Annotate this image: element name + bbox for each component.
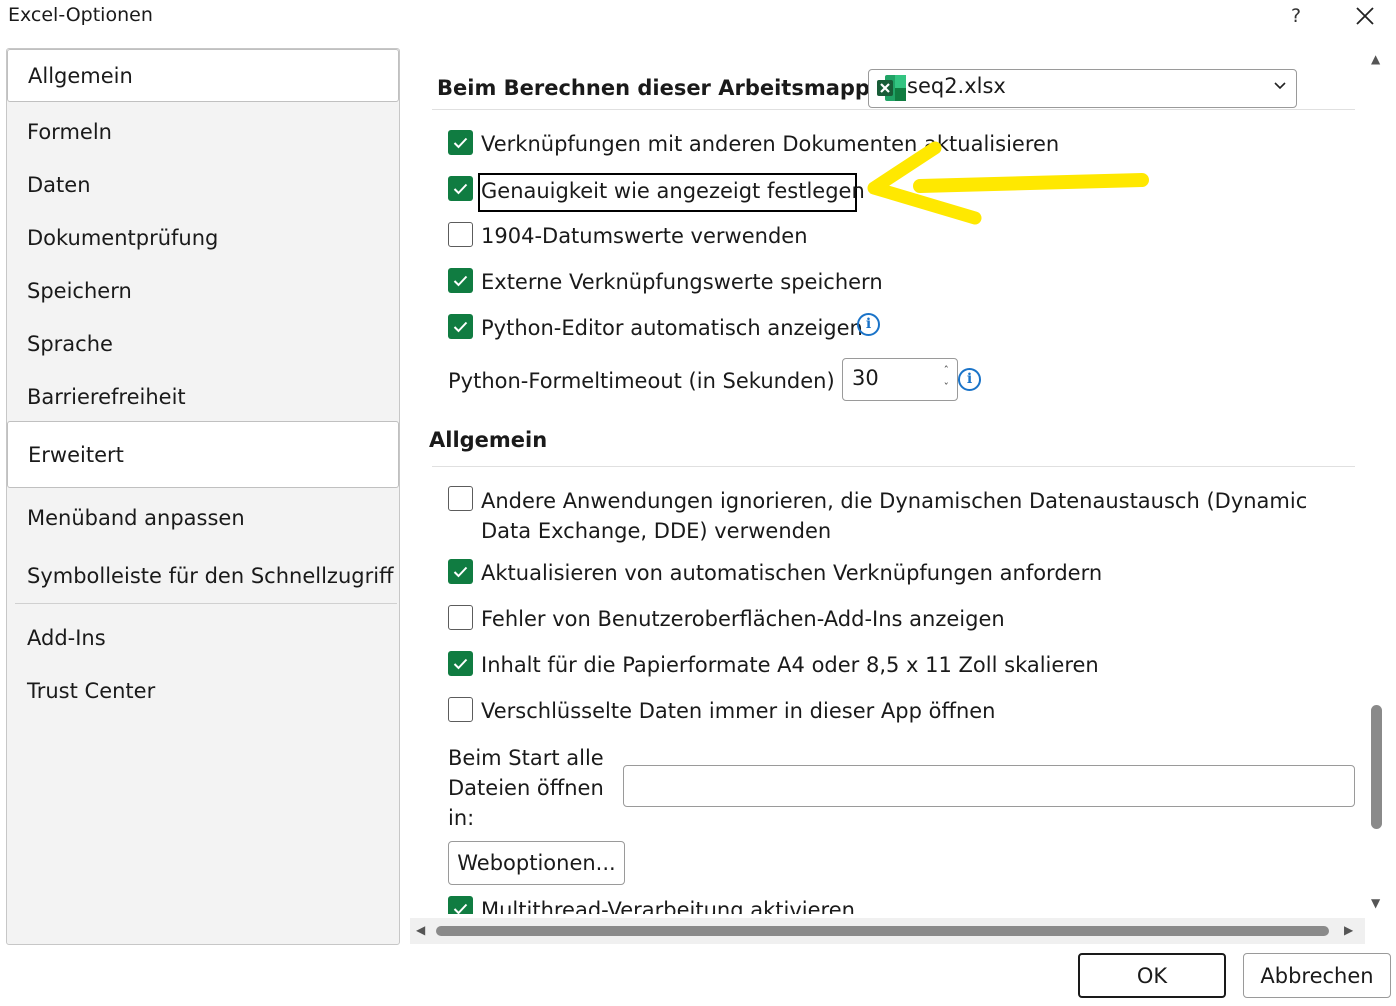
startup-folder-label: Beim Start alle Dateien öffnen in: bbox=[448, 746, 604, 830]
option-label: Aktualisieren von automatischen Verknüpf… bbox=[481, 561, 1103, 585]
spinner-down-icon[interactable]: ˇ bbox=[944, 381, 950, 394]
close-icon bbox=[1356, 7, 1374, 25]
sidebar-item-label: Erweitert bbox=[28, 442, 124, 467]
checkmark-icon bbox=[453, 566, 468, 577]
sidebar-item-label: Speichern bbox=[27, 279, 132, 303]
section-divider bbox=[432, 109, 1355, 110]
sidebar-item-speichern[interactable]: Speichern bbox=[7, 265, 399, 317]
option-label: Python-Editor automatisch anzeigen bbox=[481, 316, 863, 340]
sidebar-item-menueband-anpassen[interactable]: Menüband anpassen bbox=[7, 492, 399, 544]
checkbox-update-links[interactable] bbox=[448, 130, 473, 155]
horizontal-scroll-thumb[interactable] bbox=[436, 926, 1329, 936]
info-icon[interactable]: i bbox=[958, 368, 981, 391]
cancel-button[interactable]: Abbrechen bbox=[1243, 953, 1391, 998]
web-options-button[interactable]: Weboptionen... bbox=[448, 841, 625, 885]
scroll-up-icon[interactable]: ▲ bbox=[1371, 52, 1380, 66]
option-label: Genauigkeit wie angezeigt festlegen bbox=[481, 179, 865, 203]
checkmark-icon bbox=[453, 321, 468, 332]
checkbox-scale-paper[interactable] bbox=[448, 651, 473, 676]
chevron-down-icon bbox=[1274, 82, 1286, 90]
ok-button[interactable]: OK bbox=[1078, 953, 1226, 998]
sidebar-item-label: Trust Center bbox=[27, 679, 156, 703]
excel-file-icon bbox=[877, 75, 906, 101]
python-timeout-label: Python-Formeltimeout (in Sekunden) bbox=[448, 369, 835, 393]
sidebar-item-erweitert[interactable]: Erweitert bbox=[7, 421, 399, 488]
checkbox-save-external-links[interactable] bbox=[448, 268, 473, 293]
sidebar-item-trust-center[interactable]: Trust Center bbox=[7, 665, 399, 717]
sidebar-item-sprache[interactable]: Sprache bbox=[7, 318, 399, 370]
info-icon[interactable]: i bbox=[857, 313, 880, 336]
category-sidebar: Allgemein Formeln Daten Dokumentprüfung … bbox=[6, 48, 400, 945]
sidebar-item-label: Formeln bbox=[27, 120, 112, 144]
checkbox-1904-dates[interactable] bbox=[448, 222, 473, 247]
sidebar-item-barrierefreiheit[interactable]: Barrierefreiheit bbox=[7, 371, 399, 423]
sidebar-item-formeln[interactable]: Formeln bbox=[7, 106, 399, 158]
checkmark-icon bbox=[453, 137, 468, 148]
checkbox-python-editor[interactable] bbox=[448, 314, 473, 339]
option-label: Inhalt für die Papierformate A4 oder 8,5… bbox=[481, 653, 1099, 677]
sidebar-item-allgemein[interactable]: Allgemein bbox=[7, 49, 399, 102]
sidebar-item-label: Dokumentprüfung bbox=[27, 226, 219, 250]
vertical-scroll-thumb[interactable] bbox=[1371, 705, 1382, 829]
general-section-heading: Allgemein bbox=[429, 428, 548, 452]
scroll-right-icon[interactable]: ▶ bbox=[1344, 923, 1353, 937]
python-timeout-spinner[interactable]: 30 ˆ ˇ bbox=[842, 358, 958, 401]
workbook-select-value: seq2.xlsx bbox=[907, 74, 1006, 98]
sidebar-item-label: Barrierefreiheit bbox=[27, 385, 186, 409]
horizontal-scrollbar[interactable]: ◀ ▶ bbox=[410, 918, 1365, 944]
checkbox-multithread[interactable] bbox=[448, 896, 473, 914]
help-button[interactable]: ? bbox=[1284, 2, 1308, 30]
spinner-up-icon[interactable]: ˆ bbox=[944, 364, 950, 377]
startup-folder-input[interactable] bbox=[623, 765, 1355, 807]
checkbox-precision-as-displayed[interactable] bbox=[448, 176, 473, 201]
calc-section-heading: Beim Berechnen dieser Arbeitsmappe: bbox=[437, 76, 893, 100]
annotation-arrow-icon bbox=[867, 141, 1149, 225]
option-label: Fehler von Benutzeroberflächen-Add-Ins a… bbox=[481, 607, 1005, 631]
sidebar-item-label: Allgemein bbox=[28, 63, 133, 88]
option-label: Multithread-Verarbeitung aktivieren bbox=[481, 898, 855, 914]
window-title: Excel-Optionen bbox=[8, 4, 153, 26]
checkbox-addin-errors[interactable] bbox=[448, 605, 473, 630]
checkmark-icon bbox=[453, 658, 468, 669]
sidebar-item-dokumentpruefung[interactable]: Dokumentprüfung bbox=[7, 212, 399, 264]
option-label: Andere Anwendungen ignorieren, die Dynam… bbox=[481, 489, 1308, 543]
sidebar-item-label: Menüband anpassen bbox=[27, 506, 245, 530]
checkmark-icon bbox=[453, 903, 468, 914]
checkmark-icon bbox=[453, 275, 468, 286]
sidebar-item-label: Symbolleiste für den Schnellzugriff bbox=[27, 564, 394, 588]
section-divider bbox=[432, 466, 1355, 467]
sidebar-item-schnellzugriff[interactable]: Symbolleiste für den Schnellzugriff bbox=[7, 549, 399, 603]
checkbox-ignore-dde[interactable] bbox=[448, 486, 473, 511]
sidebar-item-label: Daten bbox=[27, 173, 91, 197]
sidebar-item-daten[interactable]: Daten bbox=[7, 159, 399, 211]
checkmark-icon bbox=[453, 183, 468, 194]
sidebar-item-add-ins[interactable]: Add-Ins bbox=[7, 612, 399, 664]
sidebar-item-label: Add-Ins bbox=[27, 626, 106, 650]
option-label: 1904-Datumswerte verwenden bbox=[481, 224, 808, 248]
close-button[interactable] bbox=[1350, 2, 1380, 30]
workbook-select[interactable]: seq2.xlsx bbox=[868, 69, 1297, 108]
vertical-scrollbar[interactable]: ▲ ▼ bbox=[1364, 50, 1390, 916]
sidebar-item-label: Sprache bbox=[27, 332, 113, 356]
spinner-value: 30 bbox=[852, 366, 879, 390]
option-label: Externe Verknüpfungswerte speichern bbox=[481, 270, 883, 294]
scroll-down-icon[interactable]: ▼ bbox=[1371, 896, 1380, 910]
checkbox-update-auto-links[interactable] bbox=[448, 559, 473, 584]
sidebar-divider bbox=[15, 603, 397, 604]
scroll-left-icon[interactable]: ◀ bbox=[416, 923, 425, 937]
checkbox-encrypted-data[interactable] bbox=[448, 697, 473, 722]
option-label: Verschlüsselte Daten immer in dieser App… bbox=[481, 699, 996, 723]
